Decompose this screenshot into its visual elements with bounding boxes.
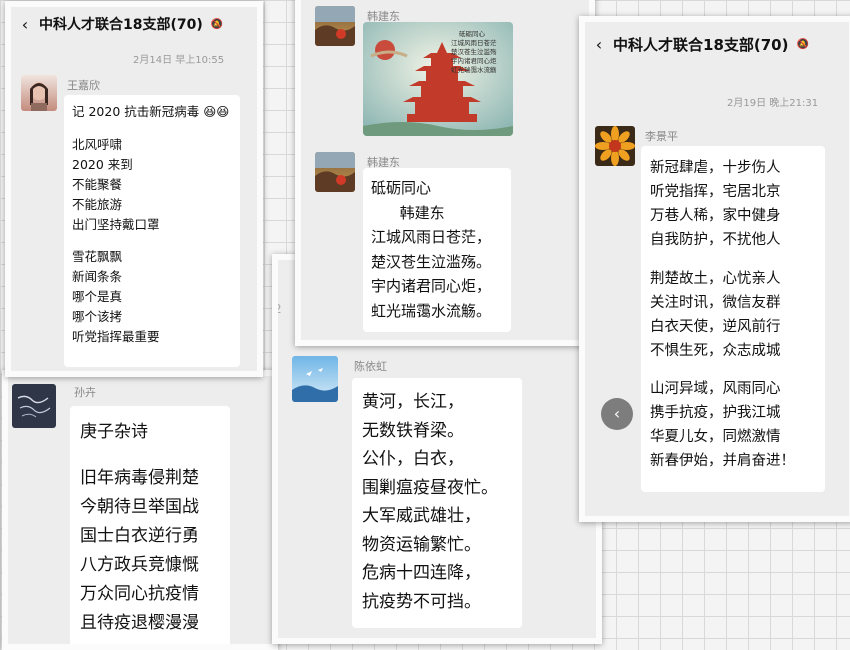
avatar-chenyihong[interactable] [292,356,338,402]
message-text: 黄河，长江， 无数铁脊梁。 公仆，白衣， 围剿瘟疫昼夜忙。 大军威武雄壮， 物资运输繁忙。… [362,388,512,616]
chat-title: 中科人才联合18支部(70) [39,17,203,33]
screenshot-middle-top: 韩建东 砥砺同心 江城风雨日苍茫 楚汉苍生泣滥殇 宇内诸君同心炬 虹光瑞霭水流觞… [295,0,595,346]
message-text: 记 2020 抗击新冠病毒 😆😆 北风呼啸 2020 来到 不能聚餐不能旅游出门坚持戴… [72,102,232,347]
message-line: 不惧生死，众志成城 [650,342,781,359]
message-line: 今朝待旦举国战 [80,497,199,517]
message-line: 携手抗疫，护我江城 [650,405,781,421]
chat-title: 中科人才联合18支部(70) [613,35,789,54]
avatar-hanjiandong[interactable] [315,6,355,46]
back-chevron-icon[interactable]: ‹ [11,15,39,34]
message-bubble-poem-huanghe[interactable]: 黄河，长江， 无数铁脊梁。 公仆，白衣， 围剿瘟疫昼夜忙。 大军威武雄壮， 物资运输繁忙。… [352,378,522,628]
message-bubble-poem-gengzi[interactable]: 庚子杂诗旧年病毒侵荆楚 今朝待旦举国战 国士白衣逆行勇 八方政兵竞慷慨 万众同心抗疫情且… [70,406,230,644]
message-line: 楚汉苍生泣滥殇。 [371,252,492,271]
message-text: 砥砺同心 韩建东江城风雨日苍茫， 楚汉苍生泣滥殇。 宇内诸君同心炬， 虹光瑞霭水流觞。 [371,176,503,323]
message-line: 黄河，长江， [362,392,464,412]
avatar-wangjiaxin[interactable] [21,75,57,111]
message-line: 围剿瘟疫昼夜忙。 [362,477,498,498]
message-line: 新春伊始，并肩奋进！ [650,453,795,469]
message-line: 荆楚故土，心忧亲人 [650,270,781,287]
message-line: 出门坚持戴口罩 [72,216,160,232]
sender-fragment: 2 [274,302,282,316]
back-chevron-icon[interactable]: ‹ [585,35,613,54]
message-line: 庚子杂诗 [80,422,148,442]
message-line: 国士白衣逆行勇 [80,526,199,546]
message-line: 自我防护，不扰他人 [650,232,781,248]
avatar-sunhui[interactable] [12,384,56,428]
message-line: 且待疫退樱漫漫 [80,613,199,633]
message-line: 抗疫势不可挡。 [362,591,481,612]
message-line: 山河异域，风雨同心 [650,381,781,397]
message-bubble-poem-xinguan[interactable]: 新冠肆虐，十步伤人 听党指挥，宅居北京 万巷人稀，家中健身 自我防护，不扰他人 荆楚故土… [641,146,825,492]
message-line: 听党指挥，宅居北京 [650,184,781,200]
screenshot-left-top: ‹ 中科人才联合18支部(70) 🔕 2月14日 早上10:55 王嘉欣 记 2… [5,1,263,377]
message-line: 新闻条条 [72,269,123,284]
message-line: 哪个该拷 [72,309,123,324]
message-line: 江城风雨日苍茫， [371,228,492,246]
message-line: 宇内诸君同心炬， [371,277,492,295]
image-poem-text: 砥砺同心 江城风雨日苍茫 楚汉苍生泣滥殇 宇内诸君同心炬 虹光瑞霭水流觞 [451,30,497,74]
message-bubble-poem-2020[interactable]: 记 2020 抗击新冠病毒 😆😆 北风呼啸 2020 来到 不能聚餐不能旅游出门坚持戴… [64,95,240,367]
message-line [72,235,232,248]
message-line: 不能聚餐 [72,176,123,192]
message-line: 大军威武雄壮， [362,506,481,526]
message-line: 万巷人稀，家中健身 [650,208,781,224]
message-line: 雪花飘飘 [72,249,123,264]
message-line: 八方政兵竞慷慨 [80,555,199,575]
message-text: 庚子杂诗旧年病毒侵荆楚 今朝待旦举国战 国士白衣逆行勇 八方政兵竞慷慨 万众同心抗疫情且… [80,418,220,638]
message-line [650,363,816,378]
message-line: 关注时讯，微信友群 [650,294,781,311]
avatar-lijingping[interactable] [595,126,635,166]
chat-header: ‹ 中科人才联合18支部(70) 🔕 [11,7,257,41]
sender-name: 李景平 [645,130,678,143]
message-line: 公仆，白衣， [362,449,464,469]
message-timestamp: 2月19日 晚上21:31 [727,98,819,109]
screenshot-right: ‹ 中科人才联合18支部(70) 🔕 2月19日 晚上21:31 李景平 新冠肆… [579,16,850,522]
bell-off-icon: 🔕 [210,18,224,30]
message-line: 新冠肆虐，十步伤人 [650,160,781,176]
message-timestamp: 2月14日 早上10:55 [133,55,225,66]
message-line: 华夏儿女，同燃激情 [650,429,781,445]
message-line: 2020 来到 [72,156,133,172]
message-line: 虹光瑞霭水流觞。 [371,301,492,320]
message-line [72,122,232,135]
message-line: 韩建东 [371,203,445,222]
chat-header: ‹ 中科人才联合18支部(70) 🔕 [585,22,849,66]
message-line: 危病十四连降， [362,563,481,583]
message-line [650,252,816,267]
message-line: 物资运输繁忙。 [362,534,481,555]
sender-name: 王嘉欣 [67,79,100,92]
message-line [80,447,220,464]
sender-name: 孙卉 [74,386,96,399]
message-line: 白衣天使，逆风前行 [650,318,781,335]
bell-off-icon: 🔕 [796,38,809,50]
message-text: 新冠肆虐，十步伤人 听党指挥，宅居北京 万巷人稀，家中健身 自我防护，不扰他人 荆楚故土… [650,156,816,473]
message-bubble-poem-dili[interactable]: 砥砺同心 韩建东江城风雨日苍茫， 楚汉苍生泣滥殇。 宇内诸君同心炬， 虹光瑞霭水流觞。 [363,168,511,332]
message-line: 不能旅游 [72,196,123,212]
message-line: 哪个是真 [72,289,123,304]
message-line: 无数铁脊梁。 [362,420,464,441]
screenshot-left-bottom: :0 孙卉 庚子杂诗旧年病毒侵荆楚今朝待旦举国战国士白衣逆行勇八方政兵竞慷慨万众… [2,370,278,650]
image-message-yellow-crane-tower[interactable]: 砥砺同心 江城风雨日苍茫 楚汉苍生泣滥殇 宇内诸君同心炬 虹光瑞霭水流觞 [363,22,513,136]
previous-image-button[interactable]: ‹ [601,398,633,430]
message-line: 旧年病毒侵荆楚 [80,468,199,488]
message-line: 记 2020 抗击新冠病毒 😆😆 [72,104,230,119]
message-line: 听党指挥最重要 [72,329,160,344]
sender-name: 陈依虹 [354,360,387,373]
message-line: 砥砺同心 [371,179,432,197]
message-line: 万众同心抗疫情 [80,584,199,604]
avatar-hanjiandong[interactable] [315,152,355,192]
message-line: 北风呼啸 [72,136,123,152]
